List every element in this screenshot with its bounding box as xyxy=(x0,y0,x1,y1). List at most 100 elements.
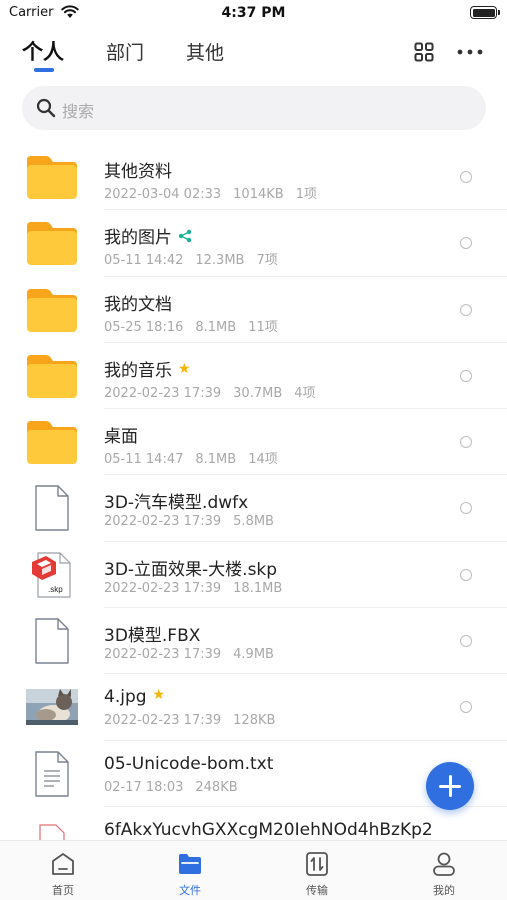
file-name: 05-Unicode-bom.txt xyxy=(104,753,274,774)
profile-icon xyxy=(433,852,455,876)
nav-item-profile[interactable]: 我的 xyxy=(381,841,507,900)
file-name: 我的文档 xyxy=(104,294,172,315)
file-meta-item: 1014KB xyxy=(233,187,284,202)
file-row[interactable]: .skp 3D-立面效果-大楼.skp 2022-02-23 17:39 18.1… xyxy=(0,542,507,609)
file-name-row: 6fAkxYucvhGXXcgM20IehNOd4hBzKp2 xyxy=(104,820,433,840)
status-bar: Carrier 4:37 PM xyxy=(0,0,507,28)
sketchup-file-icon: .skp xyxy=(32,552,71,598)
file-meta-item: 02-17 18:03 xyxy=(104,779,184,795)
file-meta: 2022-02-23 17:39 5.8MB xyxy=(104,514,274,529)
file-meta-item: 248KB xyxy=(195,779,238,795)
file-meta-item: 12.3MB xyxy=(195,253,245,269)
grid-view-icon[interactable] xyxy=(414,42,434,62)
file-row[interactable]: 3D模型.FBX 2022-02-23 17:39 4.9MB xyxy=(0,608,507,675)
file-meta: 2022-02-23 17:39 4.9MB xyxy=(104,647,274,662)
file-name: 我的图片 xyxy=(104,228,172,249)
skp-label: .skp xyxy=(48,585,63,594)
file-row[interactable]: 3D-汽车模型.dwfx 2022-02-23 17:39 5.8MB xyxy=(0,475,507,542)
folder-row[interactable]: 我的文档 05-25 18:16 8.1MB 11项 xyxy=(0,277,507,343)
home-icon xyxy=(52,853,74,875)
file-name-row: 4.jpg ★ xyxy=(104,687,165,707)
battery-icon xyxy=(470,6,500,19)
file-meta-item: 11项 xyxy=(248,319,278,335)
nav-label-home: 首页 xyxy=(52,884,74,897)
file-name: 4.jpg xyxy=(104,687,147,708)
file-meta-item: 2022-02-23 17:39 xyxy=(104,647,222,663)
file-meta-item: 2022-02-23 17:39 xyxy=(104,713,222,729)
add-button[interactable] xyxy=(426,762,474,810)
file-name-row: 桌面 xyxy=(104,422,138,447)
nav-item-transfer[interactable]: 传输 xyxy=(254,841,380,900)
file-row[interactable]: 6fAkxYucvhGXXcgM20IehNOd4hBzKp2 xyxy=(0,807,507,840)
star-icon: ★ xyxy=(178,360,191,377)
select-checkbox[interactable] xyxy=(460,568,472,581)
folder-row[interactable]: 桌面 05-11 14:47 8.1MB 14项 xyxy=(0,409,507,476)
top-tabs: 个人 部门 其他 xyxy=(0,30,507,74)
file-meta: 2022-02-23 17:39 30.7MB 4项 xyxy=(104,382,316,401)
nav-label-files: 文件 xyxy=(179,884,201,897)
file-meta-item: 4项 xyxy=(294,385,316,401)
folder-icon xyxy=(179,854,201,874)
document-icon xyxy=(35,618,69,664)
file-name: 3D-汽车模型.dwfx xyxy=(104,493,249,514)
file-name-row: 我的图片 xyxy=(104,223,192,248)
select-checkbox[interactable] xyxy=(460,436,472,449)
select-checkbox[interactable] xyxy=(460,701,472,714)
file-name-row: 3D-汽车模型.dwfx xyxy=(104,488,248,513)
file-meta-item: 05-11 14:42 xyxy=(104,253,184,269)
file-meta-item: 128KB xyxy=(233,713,276,729)
search-input[interactable]: 搜索 xyxy=(22,86,486,130)
file-meta-item: 2022-03-04 02:33 xyxy=(104,187,222,202)
more-options-icon[interactable] xyxy=(456,42,484,62)
nav-item-files[interactable]: 文件 xyxy=(127,841,253,900)
file-name-row: 3D模型.FBX xyxy=(104,621,200,646)
star-icon: ★ xyxy=(152,687,166,704)
image-thumbnail xyxy=(26,689,78,726)
select-checkbox[interactable] xyxy=(460,502,472,515)
select-checkbox[interactable] xyxy=(460,369,472,382)
file-meta-item: 8.1MB xyxy=(195,319,237,335)
file-list: 其他资料 2022-03-04 02:33 1014KB 1项 我的图片 05-11… xyxy=(0,144,507,840)
folder-row[interactable]: 我的图片 05-11 14:42 12.3MB 7项 xyxy=(0,210,507,277)
tab-personal[interactable]: 个人 xyxy=(22,36,64,66)
file-name: 桌面 xyxy=(104,427,138,448)
file-meta-item: 8.1MB xyxy=(195,452,237,468)
plus-icon-vertical xyxy=(448,775,452,797)
tab-other[interactable]: 其他 xyxy=(186,38,224,65)
folder-row[interactable]: 其他资料 2022-03-04 02:33 1014KB 1项 xyxy=(0,144,507,211)
file-row[interactable]: 4.jpg ★ 2022-02-23 17:39 128KB xyxy=(0,674,507,741)
file-meta: 2022-03-04 02:33 1014KB 1项 xyxy=(104,183,317,202)
file-meta-item: 2022-02-23 17:39 xyxy=(104,385,222,401)
file-meta-item: 5.8MB xyxy=(233,514,274,530)
transfer-icon xyxy=(306,852,328,876)
select-checkbox[interactable] xyxy=(460,237,472,250)
select-checkbox[interactable] xyxy=(460,303,472,316)
folder-icon xyxy=(27,222,77,266)
file-name: 我的音乐 xyxy=(104,360,172,381)
select-checkbox[interactable] xyxy=(460,635,472,648)
search-placeholder: 搜索 xyxy=(62,102,95,121)
nav-item-home[interactable]: 首页 xyxy=(0,841,126,900)
file-name-row: 其他资料 xyxy=(104,157,172,182)
file-meta-item: 30.7MB xyxy=(233,385,283,401)
file-name-row: 我的文档 xyxy=(104,290,172,315)
file-name: 3D-立面效果-大楼.skp xyxy=(104,559,278,580)
folder-row[interactable]: 我的音乐 ★ 2022-02-23 17:39 30.7MB 4项 xyxy=(0,343,507,410)
folder-icon xyxy=(27,156,77,199)
file-name-row: 我的音乐 ★ xyxy=(104,356,191,381)
folder-icon xyxy=(27,354,77,398)
file-meta: 05-11 14:47 8.1MB 14项 xyxy=(104,448,278,467)
file-name: 3D模型.FBX xyxy=(104,626,201,647)
file-meta-item: 05-25 18:16 xyxy=(104,319,184,335)
file-meta-item: 7项 xyxy=(256,253,278,269)
unknown-file-icon xyxy=(39,824,65,840)
document-icon xyxy=(35,485,69,532)
search-icon xyxy=(36,98,56,118)
file-meta-item: 05-11 14:47 xyxy=(104,452,184,468)
select-checkbox[interactable] xyxy=(460,171,472,183)
file-meta-item: 2022-02-23 17:39 xyxy=(104,514,222,530)
file-meta-item: 14项 xyxy=(248,452,278,468)
file-name: 其他资料 xyxy=(104,162,172,182)
active-tab-indicator xyxy=(34,68,54,72)
tab-department[interactable]: 部门 xyxy=(106,38,144,65)
